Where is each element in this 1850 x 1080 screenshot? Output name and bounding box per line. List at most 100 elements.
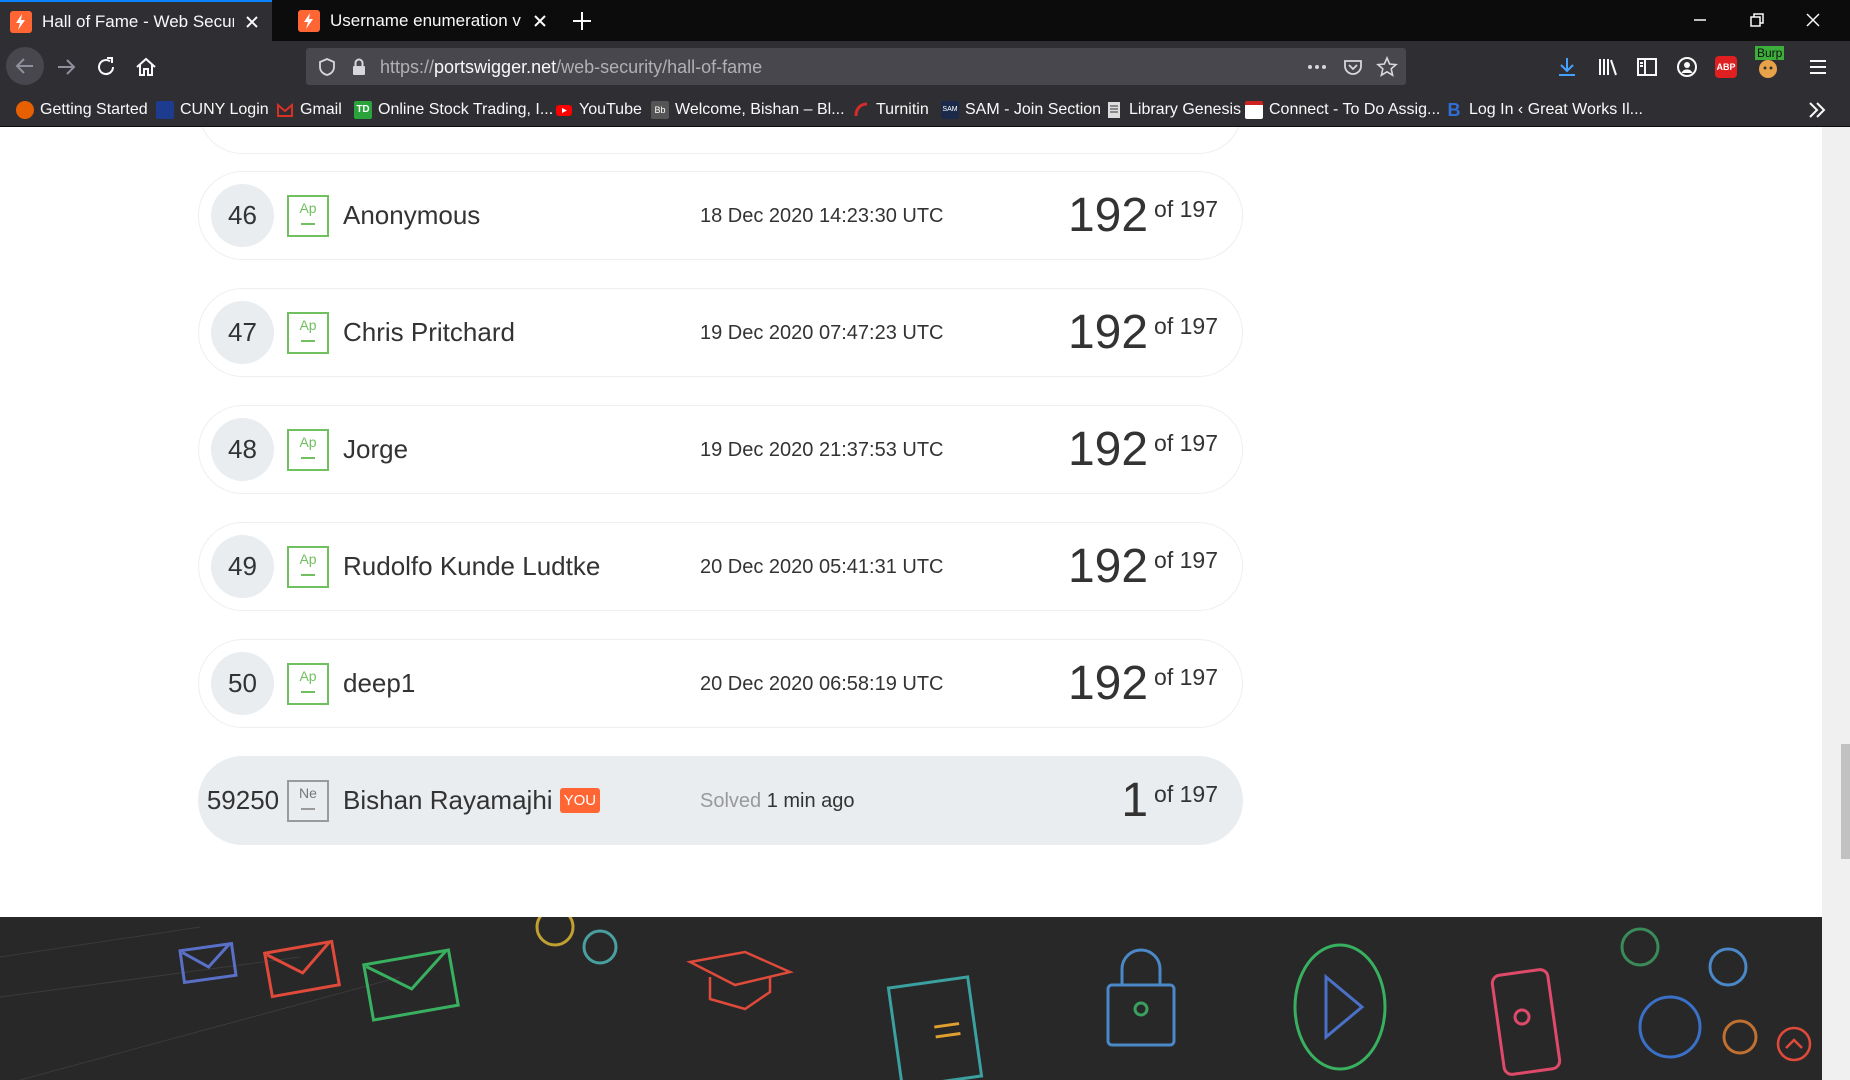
bookmark-label: Online Stock Trading, I... xyxy=(378,101,554,118)
score-total: of 197 xyxy=(1154,664,1218,690)
bookmark-cuny-login[interactable]: CUNY Login xyxy=(156,99,269,121)
bookmark-label: Library Genesis xyxy=(1129,101,1242,118)
document-icon xyxy=(1108,102,1120,118)
burp-extension-icon[interactable]: Burp xyxy=(1755,46,1789,82)
menu-icon[interactable] xyxy=(1806,55,1830,79)
bookmark-label: YouTube xyxy=(579,101,642,118)
lock-icon[interactable] xyxy=(348,56,370,78)
bookmark-connect[interactable]: Connect - To Do Assig... xyxy=(1245,99,1440,121)
close-window-icon[interactable] xyxy=(1803,10,1823,30)
vertical-scrollbar[interactable] xyxy=(1822,127,1850,1080)
score-value: 192 xyxy=(1067,189,1149,242)
adblock-plus-icon[interactable]: ABP xyxy=(1715,56,1737,78)
bookmark-library-genesis[interactable]: Library Genesis xyxy=(1105,99,1241,121)
bookmark-great-works[interactable]: B Log In ‹ Great Works Il... xyxy=(1445,99,1643,121)
url-prefix: https:// xyxy=(380,57,435,77)
back-button[interactable] xyxy=(6,47,44,85)
solved-status: Solved 1 min ago xyxy=(700,790,855,813)
score-total: of 197 xyxy=(1154,781,1218,807)
score: 192 of 197 xyxy=(1068,539,1218,594)
you-badge: YOU xyxy=(559,788,601,813)
bookmark-label: SAM - Join Section xyxy=(965,101,1102,118)
download-icon[interactable] xyxy=(1555,55,1579,79)
solved-time: 1 min ago xyxy=(766,790,855,812)
score-value: 1 xyxy=(1121,774,1149,827)
close-tab-icon[interactable] xyxy=(242,12,262,32)
user-name: Jorge xyxy=(343,434,409,464)
chevron-double-right-icon[interactable] xyxy=(1806,99,1828,121)
score: 1 of 197 xyxy=(1121,773,1218,828)
connect-icon xyxy=(1245,101,1263,119)
apprentice-level-icon: Ap xyxy=(287,663,329,705)
current-user-row: 59250 Ne Bishan Rayamajhi YOU Solved 1 mi… xyxy=(198,756,1243,845)
home-icon[interactable] xyxy=(134,55,158,79)
bookmark-youtube[interactable]: YouTube xyxy=(555,99,642,121)
bookmark-label: Log In ‹ Great Works Il... xyxy=(1469,101,1643,118)
close-tab-icon[interactable] xyxy=(530,11,550,31)
bookmark-sam[interactable]: SAM SAM - Join Section xyxy=(941,99,1101,121)
more-actions-icon[interactable] xyxy=(1306,56,1328,78)
rank-number: 59250 xyxy=(206,785,280,815)
shield-icon[interactable] xyxy=(316,56,338,78)
account-icon[interactable] xyxy=(1675,55,1699,79)
apprentice-level-icon: Ap xyxy=(287,546,329,588)
rank-number: 46 xyxy=(211,184,274,247)
bookmark-td[interactable]: TD Online Stock Trading, I... xyxy=(354,99,553,121)
bookmark-label: Turnitin xyxy=(876,101,929,118)
address-bar[interactable]: https://portswigger.net/web-security/hal… xyxy=(306,48,1406,85)
bookmark-turnitin[interactable]: Turnitin xyxy=(852,99,929,121)
bookmark-label: Getting Started xyxy=(40,101,148,118)
bookmark-star-icon[interactable] xyxy=(1376,56,1398,78)
footer-illustration xyxy=(0,917,1822,1080)
library-icon[interactable] xyxy=(1596,55,1620,79)
bookmark-label: Gmail xyxy=(300,101,342,118)
sam-icon: SAM xyxy=(941,101,959,119)
bookmarks-toolbar: Getting Started CUNY Login Gmail TD Onlin… xyxy=(0,92,1850,127)
abp-label: ABP xyxy=(1716,62,1736,72)
restore-icon[interactable] xyxy=(1747,10,1767,30)
new-tab-icon[interactable] xyxy=(570,9,594,33)
minimize-icon[interactable] xyxy=(1690,10,1710,30)
leaderboard-row: 48 Ap Jorge 19 Dec 2020 21:37:53 UTC 192… xyxy=(198,405,1243,494)
apprentice-level-icon: Ap xyxy=(287,195,329,237)
pocket-icon[interactable] xyxy=(1342,56,1364,78)
cuny-icon xyxy=(156,101,174,119)
apprentice-level-icon: Ap xyxy=(287,312,329,354)
level-label: Ap xyxy=(299,317,317,333)
scrollbar-thumb[interactable] xyxy=(1841,744,1850,859)
apprentice-level-icon: Ap xyxy=(287,429,329,471)
score-total: of 197 xyxy=(1154,547,1218,573)
sidebar-icon[interactable] xyxy=(1635,55,1659,79)
blackboard-icon: Bb xyxy=(651,101,669,119)
reload-icon[interactable] xyxy=(94,55,118,79)
tab-username-enumeration[interactable]: Username enumeration via diffe xyxy=(288,0,560,41)
bookmark-getting-started[interactable]: Getting Started xyxy=(16,99,148,121)
leaderboard-row: 47 Ap Chris Pritchard 19 Dec 2020 07:47:… xyxy=(198,288,1243,377)
score: 192 of 197 xyxy=(1068,305,1218,360)
user-name: Bishan Rayamajhi YOU xyxy=(343,785,601,816)
url-path: /web-security/hall-of-fame xyxy=(556,57,763,77)
graduation-cap-icon xyxy=(686,950,794,1011)
page-viewport: 46 Ap Anonymous 18 Dec 2020 14:23:30 UTC… xyxy=(0,127,1822,1080)
tab-hall-of-fame[interactable]: Hall of Fame - Web Security Ac xyxy=(0,0,272,41)
firefox-icon xyxy=(16,101,34,119)
book-icon xyxy=(886,975,984,1080)
completion-date: 18 Dec 2020 14:23:30 UTC xyxy=(700,205,944,227)
tab-bar: Hall of Fame - Web Security Ac Username … xyxy=(0,0,1850,41)
bookmark-blackboard[interactable]: Bb Welcome, Bishan – Bl... xyxy=(651,99,845,121)
b-icon: B xyxy=(1447,100,1461,120)
rank-number: 48 xyxy=(211,418,274,481)
level-label: Ap xyxy=(299,551,317,567)
bookmark-gmail[interactable]: Gmail xyxy=(276,99,342,121)
leaderboard-row: 46 Ap Anonymous 18 Dec 2020 14:23:30 UTC… xyxy=(198,171,1243,260)
portswigger-icon xyxy=(298,9,320,32)
forward-arrow-icon[interactable] xyxy=(54,55,78,79)
score: 192 of 197 xyxy=(1068,422,1218,477)
gear-icon xyxy=(535,917,1758,1059)
navigation-toolbar: https://portswigger.net/web-security/hal… xyxy=(0,41,1850,92)
play-icon xyxy=(1293,943,1387,1071)
level-label: Ap xyxy=(299,434,317,450)
user-name: Anonymous xyxy=(343,200,481,230)
portswigger-icon xyxy=(10,10,32,33)
score-total: of 197 xyxy=(1154,196,1218,222)
